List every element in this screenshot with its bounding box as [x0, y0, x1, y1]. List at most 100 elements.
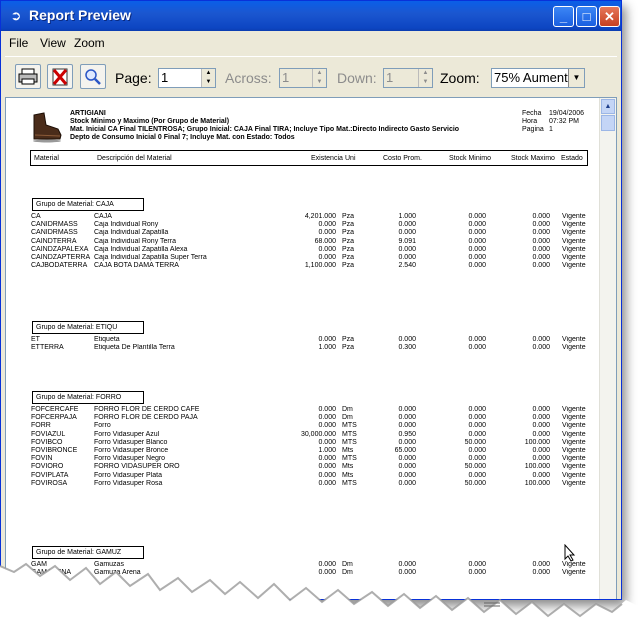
window-title: Report Preview: [29, 7, 131, 23]
close-button[interactable]: ✕: [599, 6, 620, 27]
cell-unidad: Pza: [342, 344, 355, 352]
page-label: Page:: [115, 70, 152, 86]
cell-stock-min: 0.000: [468, 455, 486, 463]
cell-stock-max: 0.000: [532, 414, 550, 422]
cell-stock-min: 0.000: [468, 254, 486, 261]
cell-existencia: 0.000: [318, 463, 336, 471]
cell-estado: Vigente: [562, 430, 586, 438]
table-row: FOFCERPAJA FORRO FLOR DE CERDO PAJA 0.000 D…: [26, 414, 596, 422]
cell-existencia: 0.000: [318, 561, 336, 568]
cell-descripcion: Forro Vidasuper Azul: [94, 430, 160, 438]
maximize-button[interactable]: □: [576, 6, 597, 27]
cell-estado: Vigente: [562, 237, 586, 245]
print-button[interactable]: [15, 64, 41, 89]
cell-estado: Vigente: [562, 262, 586, 270]
col-estado: Estado: [561, 155, 583, 162]
table-row: CAINDTERRA Caja Individual Rony Terra 68.0…: [26, 238, 596, 246]
report-filter-1: Mat. Inicial CA Final TILENTROSA; Grupo …: [70, 126, 460, 133]
cell-existencia: 0.000: [318, 221, 336, 229]
cell-material: FOVIORO: [31, 463, 64, 471]
down-spinner: 1 ▲ ▼: [383, 68, 433, 88]
menu-file[interactable]: File: [9, 36, 28, 50]
cell-material: FOVIN: [31, 455, 53, 463]
col-descripcion: Descripción del Material: [97, 155, 172, 162]
menu-view[interactable]: View: [40, 36, 66, 50]
hora-value: 07:32 PM: [549, 118, 579, 125]
cell-existencia: 0.000: [318, 422, 336, 430]
cell-stock-min: 0.000: [468, 229, 486, 237]
cell-costo: 0.000: [398, 221, 416, 229]
cell-material: CAINDTERRA: [31, 237, 77, 245]
cell-unidad: Pza: [342, 221, 355, 229]
app-icon[interactable]: ➲: [8, 8, 24, 24]
cell-costo: 0.000: [398, 414, 416, 422]
table-row: ET Etiqueta 0.000 Pza 0.000 0.000 0.000 Vigente: [26, 336, 596, 344]
cell-costo: 0.000: [398, 479, 416, 487]
magnifier-icon: [85, 69, 101, 85]
cell-stock-min: 0.000: [468, 262, 486, 270]
cell-estado: Vigente: [562, 422, 586, 430]
delete-x-icon: [52, 68, 68, 86]
cell-costo: 0.000: [398, 455, 416, 463]
cell-stock-min: 50.000: [464, 479, 486, 487]
cell-existencia: 0.000: [318, 406, 336, 413]
cell-unidad: Pza: [342, 237, 355, 245]
cell-descripcion: CAJA: [94, 213, 112, 220]
cell-costo: 0.300: [398, 344, 416, 352]
cell-stock-max: 100.000: [524, 479, 550, 487]
cell-material: FOFCERCAFE: [31, 406, 79, 413]
cell-material: CAJBODATERRA: [31, 262, 88, 270]
table-row: CAINDZAPTERRA Caja Individual Zapatilla S…: [26, 254, 596, 262]
down-value: 1: [386, 70, 394, 85]
spinner-arrows-icon[interactable]: ▲ ▼: [201, 69, 215, 87]
cell-descripcion: Caja Individual Zapatilla: [94, 229, 169, 237]
page-spinner[interactable]: 1 ▲ ▼: [158, 68, 216, 88]
cell-stock-max: 0.000: [532, 229, 550, 237]
cell-stock-min: 0.000: [468, 414, 486, 422]
cell-unidad: Pza: [342, 229, 355, 237]
title-bar[interactable]: ➲ Report Preview _ □ ✕: [1, 1, 621, 31]
across-label: Across:: [225, 70, 272, 86]
cell-unidad: Pza: [342, 254, 355, 261]
cell-existencia: 0.000: [318, 414, 336, 422]
scroll-up-icon[interactable]: ▲: [601, 99, 615, 114]
cell-unidad: Pza: [342, 336, 355, 343]
cell-descripcion: Forro: [94, 422, 111, 430]
minimize-button[interactable]: _: [553, 6, 574, 27]
cell-unidad: Mts: [342, 471, 354, 479]
close-preview-button[interactable]: [47, 64, 73, 89]
zoom-select[interactable]: 75% Aument ▼: [491, 68, 585, 88]
cell-stock-max: 0.000: [532, 422, 550, 430]
cell-costo: 65.000: [394, 447, 416, 454]
cell-unidad: Dm: [342, 561, 353, 568]
vertical-scrollbar[interactable]: ▲: [599, 98, 616, 599]
fecha-value: 19/04/2006: [549, 110, 585, 117]
cell-stock-max: 0.000: [532, 455, 550, 463]
cell-stock-min: 0.000: [468, 422, 486, 430]
cell-material: CANIDRMASS: [31, 221, 78, 229]
cell-descripcion: Caja Individual Zapatilla Super Terra: [94, 254, 207, 261]
chevron-down-icon[interactable]: ▼: [568, 69, 584, 87]
cell-material: FOVIPLATA: [31, 471, 69, 479]
cell-costo: 0.000: [398, 422, 416, 430]
cell-material: FOVIROSA: [31, 479, 68, 487]
cell-descripcion: FORRO VIDASUPER ORO: [94, 463, 180, 471]
cell-descripcion: Forro Vidasuper Blanco: [94, 438, 168, 446]
menu-zoom[interactable]: Zoom: [74, 36, 105, 50]
report-preview-window: ➲ Report Preview _ □ ✕ File View Zoom Pa…: [0, 0, 622, 600]
cell-costo: 0.000: [398, 245, 416, 253]
mouse-cursor-icon: [564, 544, 576, 562]
scroll-thumb[interactable]: [601, 115, 615, 131]
table-row: CANIDRMASS Caja Individual Zapatilla 0.000…: [26, 229, 596, 237]
cell-estado: Vigente: [562, 254, 586, 261]
cell-descripcion: Caja Individual Rony: [94, 221, 159, 229]
cell-costo: 0.000: [398, 254, 416, 261]
zoom-button[interactable]: [80, 64, 106, 89]
toolbar: Page: 1 ▲ ▼ Across: 1 ▲ ▼ Down: 1 ▲ ▼ Zoom:…: [5, 56, 617, 95]
cell-stock-max: 0.000: [532, 213, 550, 220]
report-viewport[interactable]: ARTIGIANI Stock Minimo y Maximo (Por Gru…: [5, 97, 617, 599]
cell-unidad: Dm: [342, 414, 353, 422]
fecha-label: Fecha: [522, 110, 542, 117]
cell-material: FOVIBCO: [31, 438, 63, 446]
cell-material: ET: [31, 336, 40, 343]
